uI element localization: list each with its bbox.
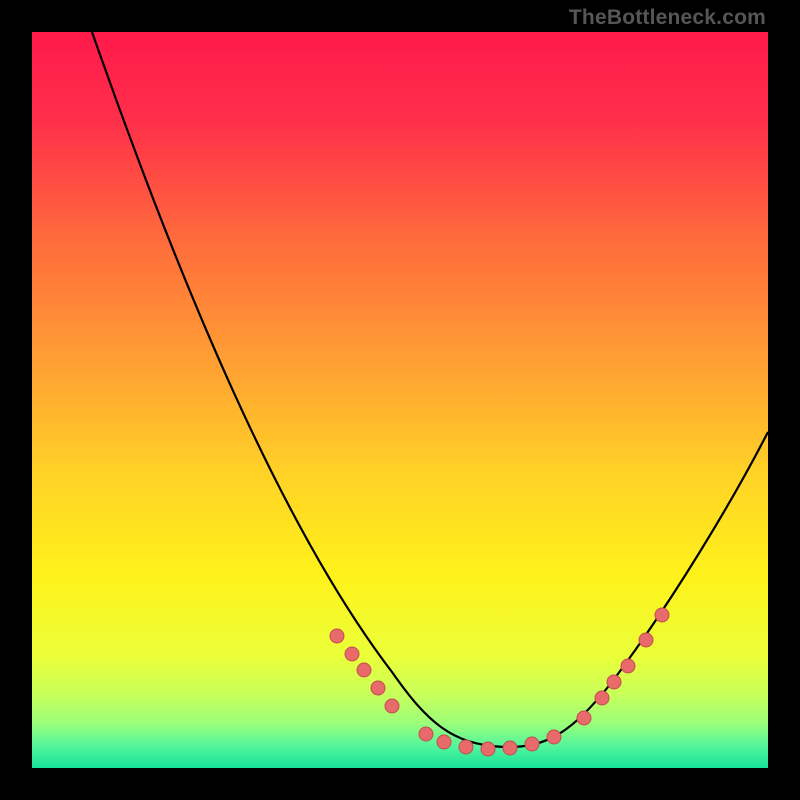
background-gradient: [32, 32, 768, 768]
watermark-text: TheBottleneck.com: [569, 6, 766, 30]
chart-frame: [32, 32, 768, 768]
